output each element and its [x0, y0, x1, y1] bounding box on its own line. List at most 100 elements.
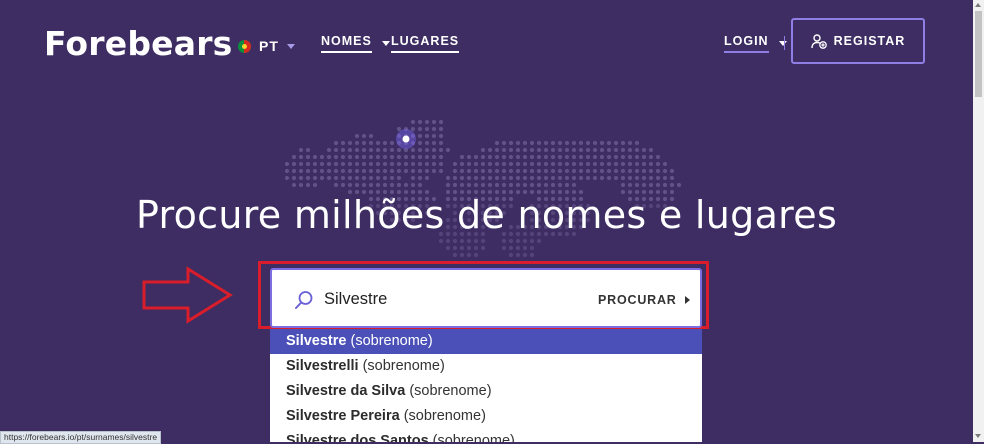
map-dot [641, 175, 647, 181]
map-dot [529, 238, 535, 244]
map-dot [361, 168, 367, 174]
map-dot [550, 175, 556, 181]
map-dot [396, 175, 402, 181]
suggestion-item[interactable]: Silvestre dos Santos (sobrenome) [270, 429, 702, 442]
suggestion-item[interactable]: Silvestre da Silva (sobrenome) [270, 379, 702, 404]
map-dot [501, 245, 507, 251]
map-dot [669, 182, 675, 188]
map-dot [424, 119, 430, 125]
register-button[interactable]: REGISTAR [791, 18, 925, 64]
map-dot [627, 182, 633, 188]
map-dot [312, 168, 318, 174]
map-highlight-dot [402, 135, 410, 143]
language-selector[interactable]: PT [238, 36, 295, 56]
map-dot [368, 133, 374, 139]
logo[interactable]: Forebears [44, 24, 233, 63]
map-dot [592, 140, 598, 146]
suggestions-dropdown: Silvestre (sobrenome) Silvestrelli (sobr… [270, 329, 702, 442]
suggestion-item[interactable]: Silvestre (sobrenome) [270, 329, 702, 354]
map-dot [613, 140, 619, 146]
login-menu[interactable]: LOGIN [724, 34, 787, 59]
scroll-down-icon[interactable] [975, 434, 981, 438]
map-dot [515, 147, 521, 153]
map-dot [515, 182, 521, 188]
map-dot [487, 154, 493, 160]
map-dot [403, 168, 409, 174]
map-dot [501, 238, 507, 244]
map-dot [529, 245, 535, 251]
map-dot [305, 147, 311, 153]
map-dot [606, 161, 612, 167]
map-dot [361, 182, 367, 188]
scroll-up-icon[interactable] [975, 3, 981, 7]
suggestion-item[interactable]: Silvestrelli (sobrenome) [270, 354, 702, 379]
map-dot [340, 182, 346, 188]
map-dot [536, 182, 542, 188]
map-dot [389, 154, 395, 160]
map-dot [501, 168, 507, 174]
map-dot [578, 147, 584, 153]
map-dot [326, 161, 332, 167]
map-dot [613, 161, 619, 167]
search-button[interactable]: PROCURAR [598, 291, 690, 309]
map-dot [599, 154, 605, 160]
map-dot [634, 182, 640, 188]
map-dot [284, 161, 290, 167]
scrollbar[interactable] [973, 0, 984, 442]
map-dot [466, 245, 472, 251]
map-dot [298, 168, 304, 174]
map-dot [550, 161, 556, 167]
map-dot [571, 182, 577, 188]
search-input[interactable] [324, 286, 574, 312]
map-dot [480, 238, 486, 244]
map-dot [431, 140, 437, 146]
map-dot [480, 245, 486, 251]
map-dot [459, 154, 465, 160]
map-dot [508, 175, 514, 181]
map-dot [473, 245, 479, 251]
map-dot [438, 168, 444, 174]
map-dot [501, 182, 507, 188]
map-dot [550, 154, 556, 160]
nav-names[interactable]: NOMES [321, 34, 390, 59]
map-dot [529, 175, 535, 181]
map-dot [375, 147, 381, 153]
nav-places[interactable]: LUGARES [391, 34, 460, 59]
map-dot [368, 161, 374, 167]
map-dot [382, 182, 388, 188]
map-dot [592, 154, 598, 160]
map-dot [529, 147, 535, 153]
map-dot [375, 161, 381, 167]
suggestion-item[interactable]: Silvestre Pereira (sobrenome) [270, 404, 702, 429]
map-dot [508, 161, 514, 167]
map-dot [557, 168, 563, 174]
map-dot [438, 147, 444, 153]
map-dot [473, 252, 479, 258]
map-dot [396, 126, 402, 132]
map-dot [375, 182, 381, 188]
map-dot [515, 245, 521, 251]
map-dot [606, 140, 612, 146]
map-dot [620, 147, 626, 153]
map-dot [452, 161, 458, 167]
map-dot [515, 252, 521, 258]
map-dot [501, 147, 507, 153]
map-dot [340, 161, 346, 167]
map-dot [480, 168, 486, 174]
map-dot [557, 175, 563, 181]
map-dot [557, 182, 563, 188]
map-dot [662, 161, 668, 167]
map-dot [326, 175, 332, 181]
map-dot [312, 154, 318, 160]
map-dot [361, 175, 367, 181]
map-dot [662, 168, 668, 174]
map-dot [452, 245, 458, 251]
map-dot [515, 154, 521, 160]
map-dot [326, 168, 332, 174]
map-dot [382, 147, 388, 153]
scroll-thumb[interactable] [975, 11, 982, 97]
map-dot [655, 182, 661, 188]
map-dot [627, 168, 633, 174]
map-dot [669, 168, 675, 174]
map-dot [508, 182, 514, 188]
